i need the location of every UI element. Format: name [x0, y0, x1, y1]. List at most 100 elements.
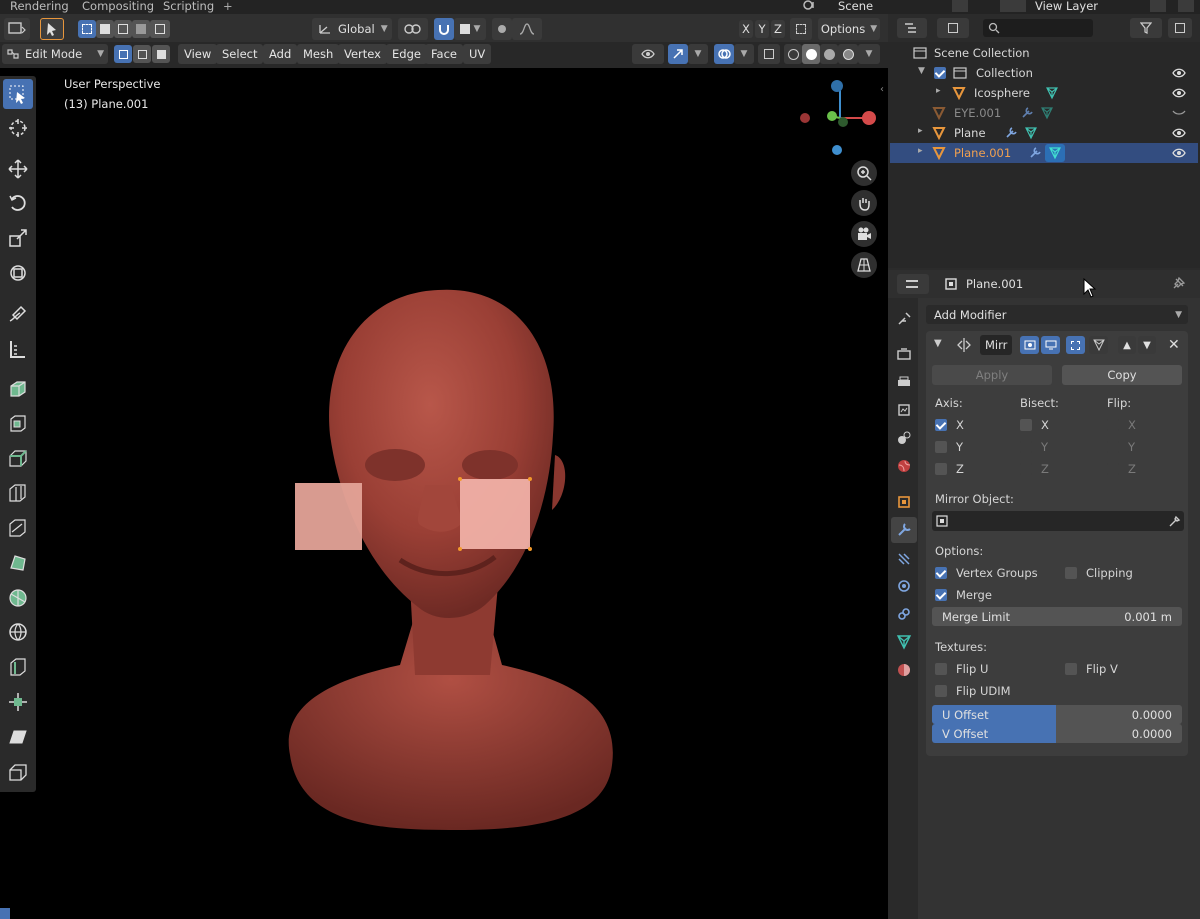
- v-offset-field[interactable]: V Offset 0.0000: [932, 724, 1182, 743]
- tab-object-icon[interactable]: [891, 489, 917, 515]
- modifier-wrench-icon[interactable]: [1020, 106, 1034, 120]
- menu-edge[interactable]: Edge: [386, 44, 427, 64]
- rotate-tool-icon[interactable]: [3, 188, 33, 218]
- outliner-search-input[interactable]: [983, 19, 1093, 37]
- clipping-checkbox[interactable]: [1065, 567, 1077, 579]
- outliner-row-plane[interactable]: ▸ Plane: [890, 123, 1198, 143]
- flip-u-checkbox[interactable]: [935, 663, 947, 675]
- copy-button[interactable]: Copy: [1062, 365, 1182, 385]
- merge-limit-field[interactable]: Merge Limit 0.001 m: [932, 607, 1182, 626]
- modifier-name-input[interactable]: Mirr: [980, 335, 1012, 355]
- knife-tool-icon[interactable]: [3, 513, 33, 543]
- auto-merge-icon[interactable]: [790, 18, 812, 40]
- vertex-groups-checkbox[interactable]: [935, 567, 947, 579]
- scene-icon[interactable]: [803, 0, 817, 11]
- mirror-axis-y-button[interactable]: Y: [755, 20, 769, 38]
- poly-build-tool-icon[interactable]: [3, 548, 33, 578]
- mirror-axis-z-button[interactable]: Z: [771, 20, 785, 38]
- camera-view-icon[interactable]: [851, 221, 877, 247]
- gizmo-toggle-icon[interactable]: [668, 44, 688, 64]
- mirror-axis-x-button[interactable]: X: [739, 20, 753, 38]
- exclude-checkbox[interactable]: [934, 67, 946, 79]
- shading-solid-icon[interactable]: [802, 44, 820, 64]
- flip-y-checkbox[interactable]: [1107, 441, 1119, 453]
- tab-scene-icon[interactable]: [891, 425, 917, 451]
- visibility-dropdown[interactable]: [632, 44, 664, 64]
- tab-tool-icon[interactable]: [891, 306, 917, 332]
- editor-type-icon[interactable]: [4, 18, 30, 40]
- add-workspace-button[interactable]: +: [223, 0, 233, 13]
- mesh-edit-badge[interactable]: [1045, 144, 1065, 162]
- transform-tool-icon[interactable]: [3, 258, 33, 288]
- mesh-data-icon[interactable]: [1040, 106, 1054, 120]
- options-dropdown[interactable]: Options ▼: [818, 18, 880, 40]
- select-mode-invert-icon[interactable]: [132, 20, 150, 38]
- eye-icon[interactable]: [1172, 68, 1186, 78]
- navigation-gizmo[interactable]: [795, 76, 885, 160]
- pin-icon[interactable]: [1171, 277, 1185, 291]
- shrink-fatten-tool-icon[interactable]: [3, 687, 33, 717]
- modifier-wrench-icon[interactable]: [1028, 146, 1042, 160]
- annotate-tool-icon[interactable]: [3, 299, 33, 329]
- select-mode-intersect-icon[interactable]: [150, 20, 170, 38]
- bisect-y-checkbox[interactable]: [1020, 441, 1032, 453]
- tab-world-icon[interactable]: [891, 453, 917, 479]
- select-mode-subtract-icon[interactable]: [114, 20, 132, 38]
- shading-dropdown[interactable]: ▼: [858, 44, 880, 64]
- axis-x-checkbox[interactable]: [935, 419, 947, 431]
- scene-name[interactable]: Scene: [838, 0, 873, 13]
- sculpted-head-model[interactable]: [270, 285, 630, 840]
- add-modifier-dropdown[interactable]: Add Modifier ▼: [926, 305, 1188, 324]
- new-scene-icon[interactable]: [952, 0, 968, 12]
- overlays-toggle-icon[interactable]: [714, 44, 734, 64]
- apply-button[interactable]: Apply: [932, 365, 1052, 385]
- menu-select[interactable]: Select: [216, 44, 264, 64]
- mesh-data-icon[interactable]: [1024, 126, 1038, 140]
- close-icon[interactable]: ✕: [1168, 337, 1180, 353]
- tab-physics-icon[interactable]: [891, 573, 917, 599]
- outliner-row-icosphere[interactable]: ▸ Icosphere: [890, 83, 1198, 103]
- move-up-icon[interactable]: ▲: [1118, 336, 1136, 354]
- on-cage-icon[interactable]: [1089, 336, 1108, 354]
- loop-cut-tool-icon[interactable]: [3, 478, 33, 508]
- outliner-row-scene-collection[interactable]: Scene Collection: [890, 43, 1198, 63]
- axis-y-checkbox[interactable]: [935, 441, 947, 453]
- view-layer-icon[interactable]: [1000, 0, 1026, 12]
- remove-view-layer-icon[interactable]: [1178, 0, 1194, 12]
- flip-x-checkbox[interactable]: [1107, 419, 1119, 431]
- expand-arrow-icon[interactable]: ▸: [918, 146, 923, 156]
- outliner-row-eye001[interactable]: EYE.001: [890, 103, 1198, 123]
- move-down-icon[interactable]: ▼: [1138, 336, 1156, 354]
- eye-icon[interactable]: [1172, 148, 1186, 158]
- menu-vertex[interactable]: Vertex: [338, 44, 387, 64]
- tab-modifier-icon[interactable]: [891, 517, 917, 543]
- select-tool-icon[interactable]: [40, 18, 64, 40]
- rip-region-tool-icon[interactable]: [3, 757, 33, 787]
- select-mode-extend-icon[interactable]: [96, 20, 114, 38]
- shear-tool-icon[interactable]: [3, 722, 33, 752]
- select-mode-new-icon[interactable]: [78, 20, 96, 38]
- tab-output-icon[interactable]: [891, 370, 917, 396]
- u-offset-field[interactable]: U Offset 0.0000: [932, 705, 1182, 724]
- tab-render-icon[interactable]: [891, 341, 917, 367]
- menu-add[interactable]: Add: [263, 44, 298, 64]
- outliner-editor-type-icon[interactable]: [897, 18, 927, 38]
- modifier-wrench-icon[interactable]: [1004, 126, 1018, 140]
- eye-icon[interactable]: [1172, 128, 1186, 138]
- vertex-select-icon[interactable]: [114, 45, 132, 63]
- tab-constraints-icon[interactable]: [891, 601, 917, 627]
- flip-udim-checkbox[interactable]: [935, 685, 947, 697]
- spin-tool-icon[interactable]: [3, 583, 33, 613]
- perspective-toggle-icon[interactable]: [851, 252, 877, 278]
- bisect-x-checkbox[interactable]: [1020, 419, 1032, 431]
- merge-checkbox[interactable]: [935, 589, 947, 601]
- pan-hand-icon[interactable]: [851, 190, 877, 216]
- measure-tool-icon[interactable]: [3, 334, 33, 364]
- xray-toggle-icon[interactable]: [758, 44, 780, 64]
- extrude-tool-icon[interactable]: [3, 374, 33, 404]
- smooth-tool-icon[interactable]: [3, 617, 33, 647]
- view-layer-name[interactable]: View Layer: [1035, 0, 1098, 13]
- tab-data-icon[interactable]: [891, 629, 917, 655]
- face-select-icon[interactable]: [152, 45, 170, 63]
- new-view-layer-icon[interactable]: [1150, 0, 1166, 12]
